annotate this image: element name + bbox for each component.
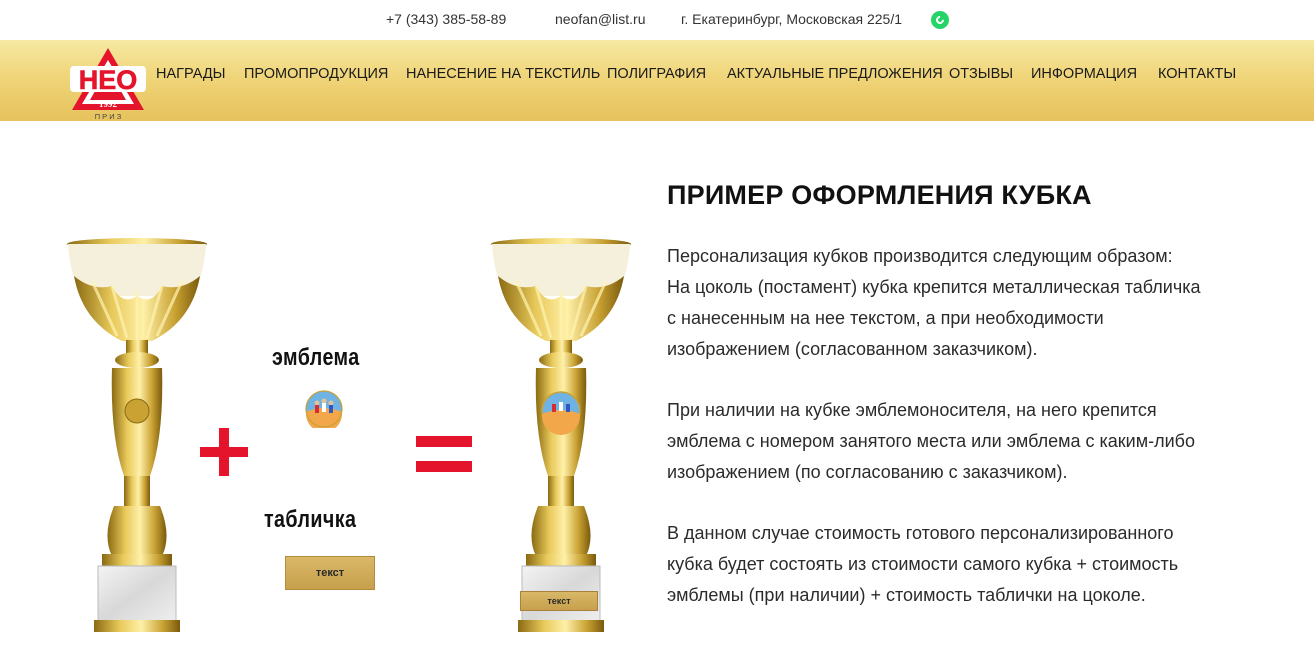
trophy-cup-plain	[67, 238, 207, 632]
paragraph-emblem: При наличии на кубке эмблемоносителя, на…	[667, 395, 1267, 488]
text-line: изображением (согласованном заказчиком).	[667, 339, 1038, 359]
nav-item-info[interactable]: ИНФОРМАЦИЯ	[1031, 66, 1137, 82]
contact-bar: +7 (343) 385-58-89 neofan@list.ru г. Ека…	[0, 0, 1314, 40]
address-text: г. Екатеринбург, Московская 225/1	[681, 11, 902, 27]
text-line: В данном случае стоимость готового персо…	[667, 523, 1174, 543]
plaque-label: табличка	[264, 506, 357, 533]
text-line: с нанесенным на нее текстом, а при необх…	[667, 308, 1104, 328]
trophy-cup-decorated	[491, 238, 631, 632]
neo-priz-logo[interactable]: НЕО 1992 П Р И З	[68, 46, 148, 121]
nav-item-printing[interactable]: ПОЛИГРАФИЯ	[607, 66, 706, 82]
plaque-sample: текст	[285, 556, 375, 590]
text-line: При наличии на кубке эмблемоносителя, на…	[667, 400, 1157, 420]
logo-text: НЕО	[79, 65, 138, 95]
emblem-label: эмблема	[272, 344, 360, 371]
paragraph-personalization: Персонализация кубков производится следу…	[667, 241, 1267, 365]
nav-item-reviews[interactable]: ОТЗЫВЫ	[949, 66, 1013, 82]
logo-graphic: НЕО 1992 П Р И З	[70, 48, 146, 121]
nav-item-offers[interactable]: АКТУАЛЬНЫЕ ПРЕДЛОЖЕНИЯ	[727, 66, 943, 82]
text-line: кубка будет состоять из стоимости самого…	[667, 554, 1179, 574]
paragraph-cost: В данном случае стоимость готового персо…	[667, 518, 1267, 611]
text-line: изображением (по согласованию с заказчик…	[667, 462, 1068, 482]
main-navbar: НЕО 1992 П Р И З НАГРАДЫ ПРОМОПРОДУКЦИЯ …	[0, 40, 1314, 121]
whatsapp-icon[interactable]	[931, 11, 949, 29]
logo-year: 1992	[99, 99, 118, 109]
text-line: эмблемы (при наличии) + стоимость таблич…	[667, 585, 1146, 605]
nav-item-awards[interactable]: НАГРАДЫ	[156, 66, 226, 82]
text-line: Персонализация кубков производится следу…	[667, 246, 1173, 266]
equals-sign	[416, 436, 472, 476]
emblem-icon	[305, 390, 343, 428]
page-title: ПРИМЕР ОФОРМЛЕНИЯ КУБКА	[667, 180, 1092, 210]
nav-item-promo[interactable]: ПРОМОПРОДУКЦИЯ	[244, 66, 388, 82]
phone-link[interactable]: +7 (343) 385-58-89	[386, 11, 506, 27]
logo-subtitle: П Р И З	[95, 112, 122, 120]
email-link[interactable]: neofan@list.ru	[555, 11, 645, 27]
text-line: На цоколь (постамент) кубка крепится мет…	[667, 277, 1201, 297]
plus-sign	[200, 428, 248, 476]
plaque-on-cup: текст	[520, 591, 598, 611]
nav-item-contacts[interactable]: КОНТАКТЫ	[1158, 66, 1236, 82]
nav-item-textile[interactable]: НАНЕСЕНИЕ НА ТЕКСТИЛЬ	[406, 66, 600, 82]
text-line: эмблема с номером занятого места или эмб…	[667, 431, 1195, 451]
